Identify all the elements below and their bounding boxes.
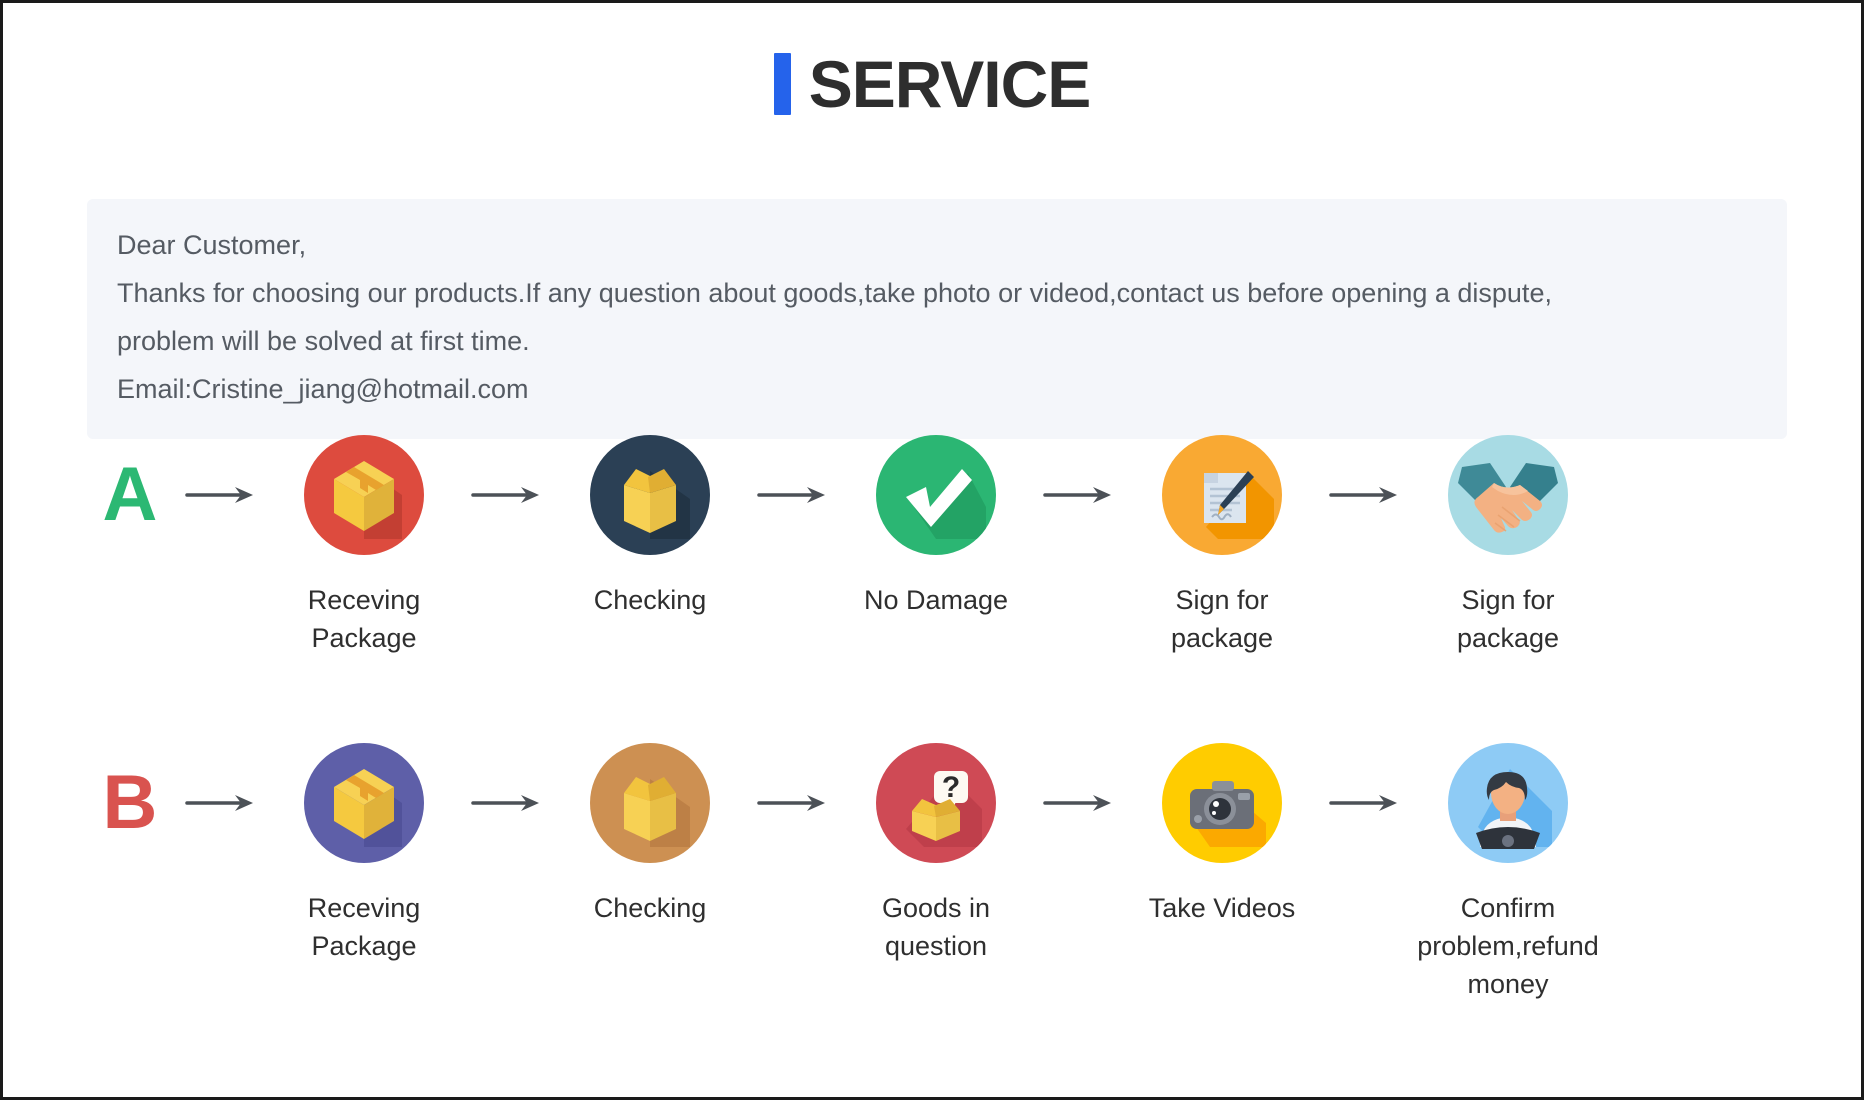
flow-letter-b: B: [102, 760, 158, 845]
title-accent-bar: [773, 53, 791, 115]
sign-document-icon: [1162, 435, 1282, 555]
notice-line-3: problem will be solved at first time.: [117, 326, 530, 356]
step-a-2[interactable]: Checking: [555, 435, 745, 619]
support-agent-icon: [1448, 743, 1568, 863]
step-b-2-label: Checking: [593, 893, 707, 923]
right-arrow-icon: [745, 435, 841, 555]
right-arrow-icon: [173, 743, 269, 863]
notice-line-4: Email:Cristine_jiang@hotmail.com: [117, 374, 529, 404]
step-a-2-label: Checking: [593, 585, 707, 615]
step-a-1[interactable]: Receving Package: [269, 435, 459, 657]
flow-letter-a: A: [102, 452, 158, 537]
service-info-page: SERVICE Dear Customer, Thanks for choosi…: [0, 0, 1864, 1100]
flow-row-a: A Receving Package Checking No Damage Si…: [87, 435, 1787, 657]
svg-text:?: ?: [942, 771, 960, 804]
question-box-icon: ?: [876, 743, 996, 863]
step-b-4[interactable]: Take Videos: [1127, 743, 1317, 927]
closed-box-icon: [304, 743, 424, 863]
right-arrow-icon: [173, 435, 269, 555]
step-b-3[interactable]: ? Goods in question: [841, 743, 1031, 965]
right-arrow-icon: [1317, 743, 1413, 863]
step-a-4-label: Sign for package: [1170, 585, 1274, 653]
notice-line-2: Thanks for choosing our products.If any …: [117, 278, 1552, 308]
page-title-text: SERVICE: [808, 47, 1092, 121]
step-a-3-label: No Damage: [863, 585, 1009, 615]
step-b-4-label: Take Videos: [1148, 893, 1296, 923]
closed-box-icon: [304, 435, 424, 555]
step-b-2[interactable]: Checking: [555, 743, 745, 927]
step-a-4[interactable]: Sign for package: [1127, 435, 1317, 657]
step-b-5[interactable]: Confirm problem,refund money: [1413, 743, 1603, 1003]
right-arrow-icon: [459, 743, 555, 863]
right-arrow-icon: [745, 743, 841, 863]
camera-icon: [1162, 743, 1282, 863]
step-b-1[interactable]: Receving Package: [269, 743, 459, 965]
right-arrow-icon: [459, 435, 555, 555]
notice-line-1: Dear Customer,: [117, 230, 307, 260]
open-box-icon: [590, 743, 710, 863]
customer-notice-box: Dear Customer, Thanks for choosing our p…: [87, 199, 1787, 439]
step-b-1-label: Receving Package: [307, 893, 421, 961]
step-b-3-label: Goods in question: [881, 893, 991, 961]
step-a-1-label: Receving Package: [307, 585, 421, 653]
right-arrow-icon: [1031, 743, 1127, 863]
step-a-5[interactable]: Sign for package: [1413, 435, 1603, 657]
step-a-3[interactable]: No Damage: [841, 435, 1031, 619]
step-a-5-label: Sign for package: [1456, 585, 1560, 653]
open-box-icon: [590, 435, 710, 555]
handshake-icon: [1448, 435, 1568, 555]
step-b-5-label: Confirm problem,refund money: [1417, 893, 1599, 999]
right-arrow-icon: [1031, 435, 1127, 555]
right-arrow-icon: [1317, 435, 1413, 555]
checkmark-icon: [876, 435, 996, 555]
flow-row-b: B Receving Package Checking ? Goods in q…: [87, 743, 1787, 1003]
page-title: SERVICE: [3, 3, 1861, 123]
